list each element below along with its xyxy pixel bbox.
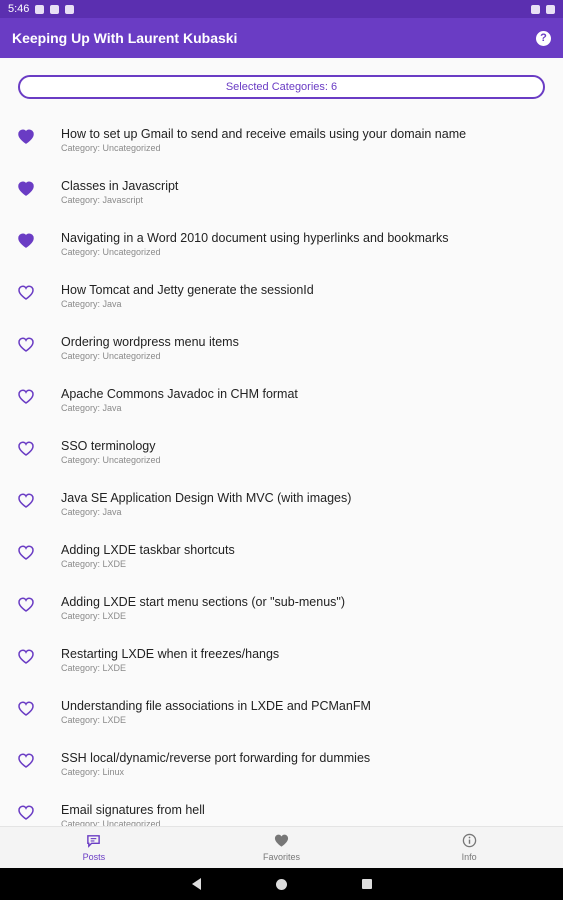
post-category: Category: Uncategorized [61,351,161,361]
heart-outline-icon[interactable] [0,802,61,820]
heart-filled-icon[interactable] [0,126,61,144]
list-item[interactable]: How to set up Gmail to send and receive … [0,118,563,170]
list-item[interactable]: Classes in Javascript Category: Javascrip… [0,170,563,222]
post-title: Ordering wordpress menu items [61,335,239,349]
list-item[interactable]: Java SE Application Design With MVC (wit… [0,482,563,534]
back-icon[interactable] [191,878,201,890]
post-title: Adding LXDE start menu sections (or "sub… [61,595,345,609]
notification-icon [50,4,60,14]
heart-filled-icon[interactable] [0,178,61,196]
post-category: Category: Uncategorized [61,819,161,826]
post-category: Category: Linux [61,767,125,777]
post-category: Category: LXDE [61,715,127,725]
nav-item-label: Posts [82,852,106,862]
post-title: Restarting LXDE when it freezes/hangs [61,647,280,661]
recents-icon[interactable] [361,879,372,889]
list-item[interactable]: SSH local/dynamic/reverse port forwardin… [0,742,563,794]
heart-outline-icon[interactable] [0,646,61,664]
list-item[interactable]: SSO terminology Category: Uncategorized [0,430,563,482]
notification-icon [65,4,75,14]
list-item[interactable]: How Tomcat and Jetty generate the sessio… [0,274,563,326]
post-category: Category: Java [61,403,122,413]
post-title: Java SE Application Design With MVC (wit… [61,491,352,505]
system-navigation-bar [0,868,563,900]
chat-bubble-icon [86,833,101,852]
heart-outline-icon[interactable] [0,282,61,300]
heart-outline-icon[interactable] [0,698,61,716]
heart-icon [274,833,289,852]
nav-item-info[interactable]: Info [375,827,563,868]
battery-icon [546,4,555,14]
heart-outline-icon[interactable] [0,438,61,456]
post-title: Adding LXDE taskbar shortcuts [61,543,235,557]
post-category: Category: LXDE [61,559,127,569]
post-title: How Tomcat and Jetty generate the sessio… [61,283,314,297]
post-title: How to set up Gmail to send and receive … [61,127,467,141]
list-item[interactable]: Understanding file associations in LXDE … [0,690,563,742]
post-title: Navigating in a Word 2010 document using… [61,231,449,245]
app-bar: Keeping Up With Laurent Kubaski ? [0,18,563,58]
heart-outline-icon[interactable] [0,386,61,404]
status-time: 5:46 [8,3,30,15]
post-title: Apache Commons Javadoc in CHM format [61,387,298,401]
post-category: Category: Javascript [61,195,144,205]
post-category: Category: Java [61,299,122,309]
post-title: SSH local/dynamic/reverse port forwardin… [61,751,371,765]
heart-filled-icon[interactable] [0,230,61,248]
list-item[interactable]: Adding LXDE taskbar shortcuts Category: L… [0,534,563,586]
notification-icon [35,4,45,14]
app-title: Keeping Up With Laurent Kubaski [12,30,238,46]
post-category: Category: Uncategorized [61,247,161,257]
status-bar: 5:46 [0,0,563,18]
list-item[interactable]: Email signatures from hell Category: Unca… [0,794,563,826]
post-category: Category: LXDE [61,611,127,621]
post-list: How to set up Gmail to send and receive … [0,118,563,826]
nav-item-label: Favorites [263,852,301,862]
post-title: Email signatures from hell [61,803,205,817]
list-item[interactable]: Adding LXDE start menu sections (or "sub… [0,586,563,638]
post-category: Category: Uncategorized [61,455,161,465]
post-category: Category: LXDE [61,663,127,673]
heart-outline-icon[interactable] [0,542,61,560]
selected-categories-label: Selected Categories: 6 [225,81,338,93]
post-title: Classes in Javascript [61,179,179,193]
nav-item-label: Info [461,852,477,862]
wifi-icon [531,4,540,14]
posts-screen: Selected Categories: 6 How to set up Gma… [0,58,563,826]
list-item[interactable]: Navigating in a Word 2010 document using… [0,222,563,274]
post-category: Category: Java [61,507,122,517]
info-icon [462,833,477,852]
nav-item-favorites[interactable]: Favorites [188,827,376,868]
post-category: Category: Uncategorized [61,143,161,153]
heart-outline-icon[interactable] [0,334,61,352]
list-item[interactable]: Apache Commons Javadoc in CHM format Cate… [0,378,563,430]
heart-outline-icon[interactable] [0,490,61,508]
home-icon[interactable] [275,878,287,890]
list-item[interactable]: Ordering wordpress menu items Category: U… [0,326,563,378]
heart-outline-icon[interactable] [0,750,61,768]
help-icon[interactable]: ? [536,30,551,46]
post-title: SSO terminology [61,439,156,453]
heart-outline-icon[interactable] [0,594,61,612]
nav-item-posts[interactable]: Posts [0,827,188,868]
list-item[interactable]: Restarting LXDE when it freezes/hangs Cat… [0,638,563,690]
selected-categories-button[interactable]: Selected Categories: 6 [18,75,545,99]
bottom-navigation: Posts Favorites Info [0,826,563,868]
post-title: Understanding file associations in LXDE … [61,699,371,713]
